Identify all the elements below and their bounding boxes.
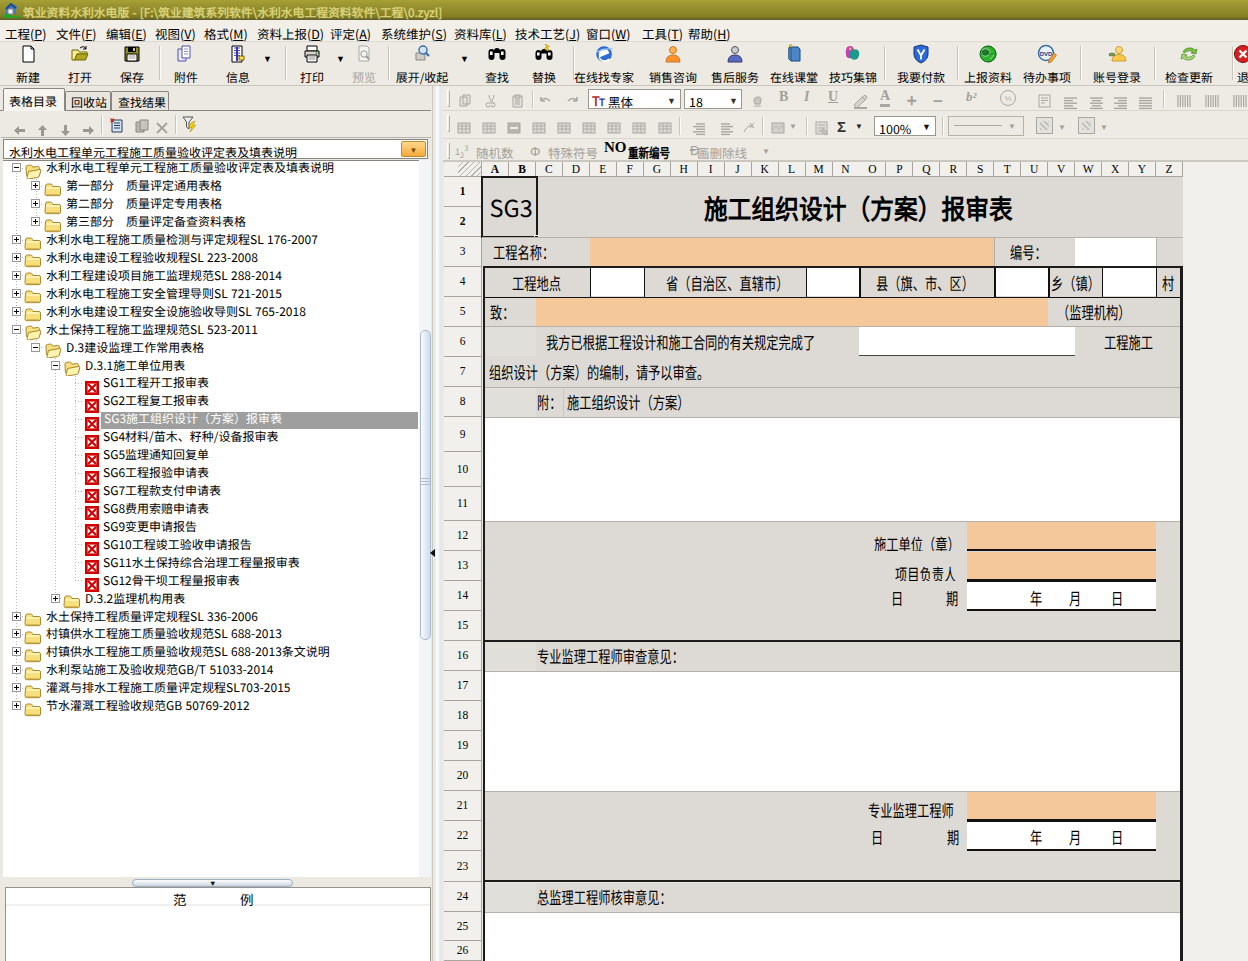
svg-text:DVD: DVD: [1040, 51, 1053, 57]
